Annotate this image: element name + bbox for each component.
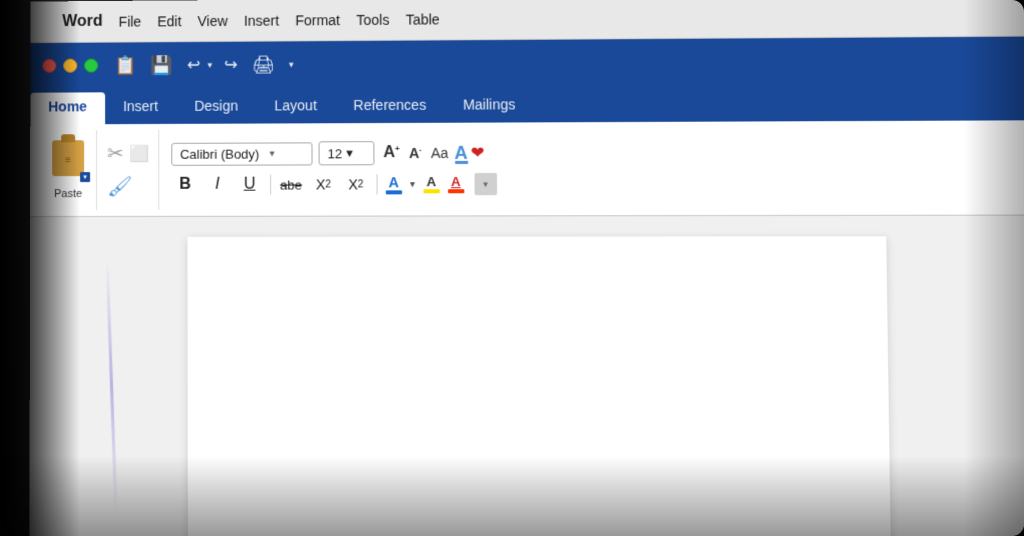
ribbon-content: ▾ Paste ✂ ⬜ 🖌 Cali [30, 120, 1024, 217]
tab-layout[interactable]: Layout [256, 87, 335, 123]
minimize-button[interactable] [63, 59, 77, 73]
menu-item-table[interactable]: Table [406, 11, 440, 27]
font-color-dropdown[interactable]: ▾ [408, 177, 417, 192]
new-document-icon[interactable]: 📋 [110, 53, 140, 78]
subscript-button[interactable]: X2 [309, 171, 337, 197]
traffic-lights [42, 59, 98, 73]
paste-area: ▾ Paste [48, 140, 88, 200]
menu-item-view[interactable]: View [198, 12, 228, 28]
screen-content: Word File Edit View Insert Format Tools … [30, 0, 1024, 536]
font-color-bar [385, 190, 401, 194]
paste-section: ▾ Paste [40, 130, 97, 210]
undo-dropdown-icon[interactable]: ▾ [206, 58, 215, 71]
menu-item-tools[interactable]: Tools [356, 11, 389, 27]
ribbon-tabs: Home Insert Design Layout References Mai… [30, 83, 1024, 124]
font-decrease-button[interactable]: A- [406, 144, 425, 162]
menu-item-format[interactable]: Format [295, 12, 340, 28]
more-formatting-button[interactable]: ▾ [474, 173, 497, 195]
menu-item-file[interactable]: File [119, 13, 142, 29]
font-size-buttons: A+ A- Aa A ❤ [380, 142, 484, 163]
strikethrough-button[interactable]: abe [277, 171, 305, 197]
bold-button[interactable]: B [171, 172, 199, 198]
highlight-color-button[interactable]: A [421, 173, 442, 195]
font-color-icon[interactable]: A [454, 142, 467, 163]
tab-insert[interactable]: Insert [105, 88, 176, 124]
clear-formatting-button[interactable]: A [446, 173, 467, 195]
underline-button[interactable]: U [235, 172, 263, 198]
quick-access-toolbar: 📋 💾 ↩ ▾ ↪ 🖨 ▾ [110, 52, 298, 78]
menu-item-insert[interactable]: Insert [244, 12, 279, 28]
highlight-color-bar [423, 189, 439, 193]
text-effects-icon[interactable]: ❤ [471, 143, 485, 163]
menu-item-word[interactable]: Word [62, 12, 102, 30]
font-section: Calibri (Body) ▾ 12 ▾ A+ A- Aa A [161, 129, 507, 210]
cut-copy-row: ✂ ⬜ [107, 141, 150, 166]
undo-icon[interactable]: ↩ [183, 53, 205, 77]
font-size-dropdown-arrow: ▾ [346, 145, 353, 161]
format-separator-2 [376, 174, 377, 194]
tab-design[interactable]: Design [176, 88, 256, 124]
document-streak [106, 260, 118, 512]
change-case-button[interactable]: Aa [428, 144, 452, 162]
menu-item-edit[interactable]: Edit [157, 13, 181, 29]
font-size-selector[interactable]: 12 ▾ [318, 141, 374, 165]
font-increase-button[interactable]: A+ [380, 143, 403, 164]
customize-quick-access-icon[interactable]: ▾ [285, 57, 298, 72]
cut-icon[interactable]: ✂ [107, 141, 124, 166]
tab-references[interactable]: References [335, 87, 445, 124]
screen-wrapper: Word File Edit View Insert Format Tools … [0, 0, 1024, 536]
clear-color-bar [448, 189, 464, 193]
close-button[interactable] [42, 59, 56, 73]
maximize-button[interactable] [84, 59, 98, 73]
superscript-button[interactable]: X2 [342, 171, 371, 197]
font-name-row: Calibri (Body) ▾ 12 ▾ A+ A- Aa A [171, 141, 497, 166]
paste-dropdown-arrow[interactable]: ▾ [80, 172, 90, 182]
tab-mailings[interactable]: Mailings [444, 86, 534, 123]
font-color-button[interactable]: A [383, 173, 403, 196]
italic-button[interactable]: I [203, 172, 231, 198]
redo-icon[interactable]: ↪ [220, 53, 242, 77]
document-page[interactable] [187, 236, 890, 536]
format-row: B I U abe X2 X2 A ▾ A [171, 171, 497, 198]
save-icon[interactable]: 💾 [147, 53, 178, 78]
paste-label: Paste [54, 188, 82, 200]
format-separator [270, 175, 271, 195]
clipboard-section: ✂ ⬜ 🖌 [99, 130, 159, 210]
clipboard-icon [52, 140, 84, 176]
format-painter-icon[interactable]: 🖌 [107, 176, 132, 198]
font-name-selector[interactable]: Calibri (Body) ▾ [171, 142, 312, 165]
document-area [30, 216, 1024, 536]
copy-icon[interactable]: ⬜ [130, 143, 150, 163]
print-icon[interactable]: 🖨 [248, 52, 279, 77]
tab-home[interactable]: Home [30, 92, 105, 124]
font-name-dropdown-arrow: ▾ [269, 148, 274, 159]
menu-items: Word File Edit View Insert Format Tools … [62, 10, 439, 31]
paste-button[interactable]: ▾ [48, 140, 88, 184]
